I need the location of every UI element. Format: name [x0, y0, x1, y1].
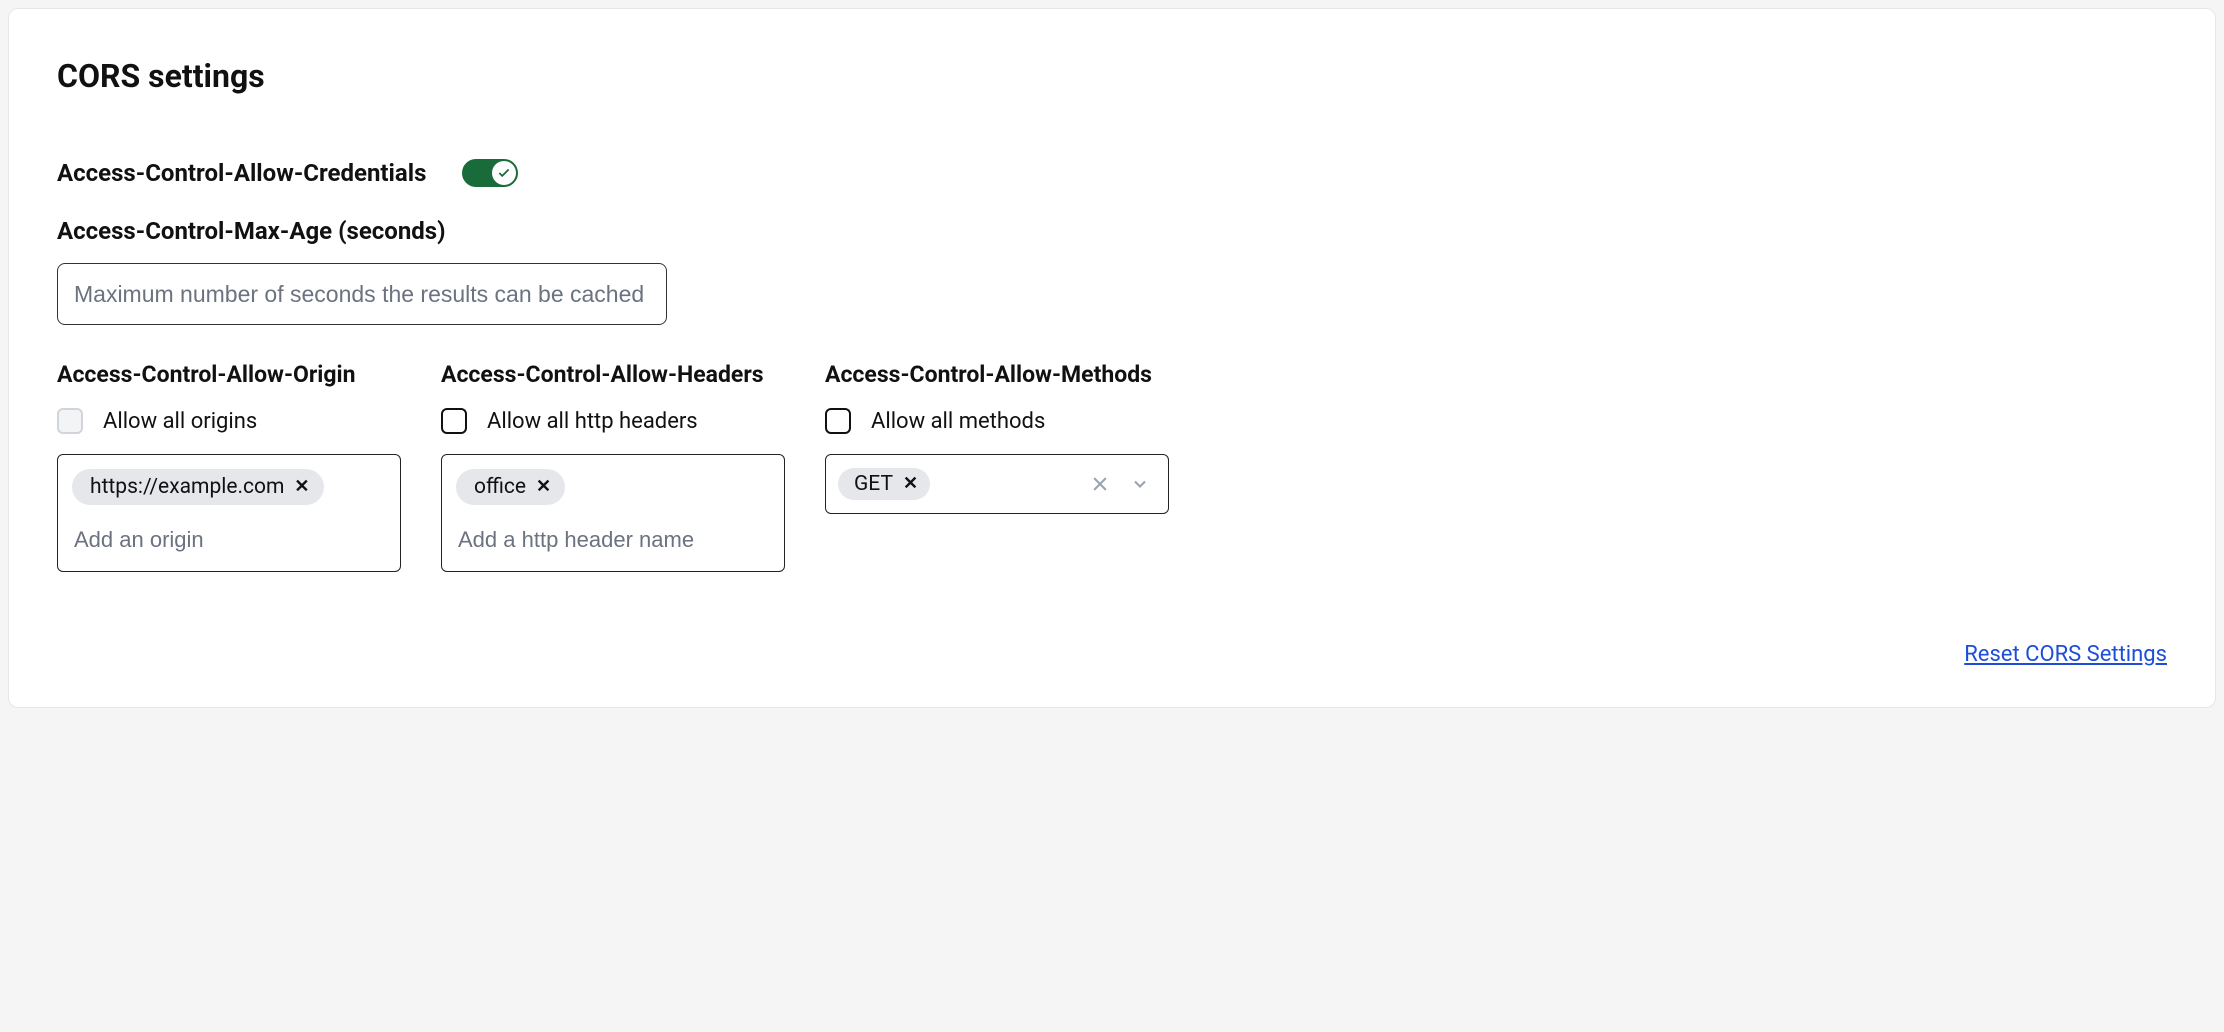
remove-method-tag-icon[interactable]: ✕ [903, 475, 918, 493]
methods-select[interactable]: GET ✕ [825, 454, 1169, 514]
origin-input[interactable] [72, 521, 386, 563]
max-age-label: Access-Control-Max-Age (seconds) [57, 217, 2167, 245]
allow-all-origins-row: Allow all origins [57, 408, 401, 434]
allow-methods-column: Access-Control-Allow-Methods Allow all m… [825, 361, 1169, 514]
allow-credentials-label: Access-Control-Allow-Credentials [57, 159, 426, 187]
allow-credentials-toggle[interactable] [462, 159, 518, 187]
panel-title: CORS settings [57, 57, 2167, 95]
origin-tagbox[interactable]: https://example.com ✕ [57, 454, 401, 572]
allow-all-methods-row[interactable]: Allow all methods [825, 408, 1169, 434]
toggle-knob [492, 161, 516, 185]
allow-headers-column: Access-Control-Allow-Headers Allow all h… [441, 361, 785, 572]
allow-headers-label: Access-Control-Allow-Headers [441, 361, 785, 388]
method-tag-label: GET [854, 472, 893, 496]
chevron-down-icon[interactable] [1124, 468, 1156, 500]
headers-tags: office ✕ [456, 469, 770, 505]
allow-all-methods-label: Allow all methods [871, 409, 1045, 434]
cors-columns: Access-Control-Allow-Origin Allow all or… [57, 361, 2167, 572]
allow-all-headers-label: Allow all http headers [487, 409, 698, 434]
allow-all-headers-row[interactable]: Allow all http headers [441, 408, 785, 434]
max-age-input[interactable] [57, 263, 667, 325]
allow-all-methods-checkbox[interactable] [825, 408, 851, 434]
headers-input[interactable] [456, 521, 770, 563]
allow-credentials-row: Access-Control-Allow-Credentials [57, 159, 2167, 187]
allow-all-origins-label: Allow all origins [103, 409, 257, 434]
allow-all-headers-checkbox[interactable] [441, 408, 467, 434]
check-icon [497, 166, 511, 180]
allow-origin-label: Access-Control-Allow-Origin [57, 361, 401, 388]
cors-settings-panel: CORS settings Access-Control-Allow-Crede… [8, 8, 2216, 708]
allow-methods-label: Access-Control-Allow-Methods [825, 361, 1169, 388]
max-age-field: Access-Control-Max-Age (seconds) [57, 217, 2167, 325]
method-tag: GET ✕ [838, 468, 930, 500]
headers-tagbox[interactable]: office ✕ [441, 454, 785, 572]
allow-origin-column: Access-Control-Allow-Origin Allow all or… [57, 361, 401, 572]
header-tag: office ✕ [456, 469, 565, 505]
remove-header-tag-icon[interactable]: ✕ [536, 478, 551, 496]
origin-tag-label: https://example.com [90, 475, 284, 499]
header-tag-label: office [474, 475, 526, 499]
origin-tag: https://example.com ✕ [72, 469, 324, 505]
clear-methods-icon[interactable] [1084, 468, 1116, 500]
reset-cors-link[interactable]: Reset CORS Settings [1964, 642, 2167, 667]
allow-all-origins-checkbox [57, 408, 83, 434]
remove-origin-tag-icon[interactable]: ✕ [294, 478, 309, 496]
origin-tags: https://example.com ✕ [72, 469, 386, 505]
